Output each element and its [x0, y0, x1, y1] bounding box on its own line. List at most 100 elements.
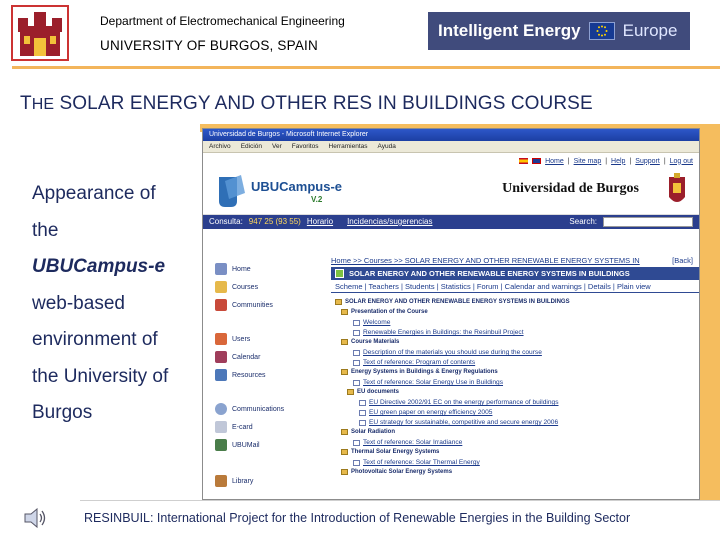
- sidebar-item-communities[interactable]: Communities: [215, 299, 273, 311]
- tree-item-label: Text of reference: Program of contents: [363, 359, 476, 366]
- menu-item[interactable]: Herramientas: [329, 141, 368, 152]
- tree-item-label: Course Materials: [351, 339, 400, 345]
- sidebar-item-resources[interactable]: Resources: [215, 369, 265, 381]
- folder-icon: [341, 339, 348, 345]
- site-sidebar: Home Courses Communities Users Calendar …: [203, 255, 329, 499]
- tree-folder[interactable]: SOLAR ENERGY AND OTHER RENEWABLE ENERGY …: [335, 299, 570, 305]
- ubucampus-version: V.2: [311, 195, 323, 204]
- university-name: UNIVERSITY OF BURGOS, SPAIN: [100, 38, 318, 53]
- sidebar-item-label: Library: [232, 477, 254, 485]
- menu-item[interactable]: Favoritos: [292, 141, 319, 152]
- menu-item[interactable]: Ver: [272, 141, 282, 152]
- search-label: Search:: [569, 217, 597, 226]
- folder-icon: [341, 309, 348, 315]
- tree-item-label: Text of reference: Solar Thermal Energy: [363, 459, 480, 466]
- sidebar-item-library[interactable]: Library: [215, 475, 253, 487]
- communications-icon: [215, 403, 227, 415]
- course-title: THE SOLAR ENERGY AND OTHER RES IN BUILDI…: [20, 93, 593, 115]
- ubucampus-logo[interactable]: UBUCampus-e V.2: [215, 171, 365, 211]
- breadcrumb: Home >> Courses >> SOLAR ENERGY AND OTHE…: [331, 255, 699, 277]
- document-icon: [353, 329, 360, 336]
- back-link[interactable]: [Back]: [672, 255, 693, 267]
- sidebar-item-communications[interactable]: Communications: [215, 403, 284, 415]
- intelligent-energy-banner: Intelligent Energy Europe: [428, 12, 690, 50]
- tree-item-label: SOLAR ENERGY AND OTHER RENEWABLE ENERGY …: [345, 299, 570, 305]
- header-divider: [12, 66, 720, 69]
- spain-flag-icon[interactable]: [519, 158, 529, 164]
- search-input[interactable]: [603, 217, 693, 227]
- tree-folder[interactable]: Energy Systems in Buildings & Energy Reg…: [341, 369, 498, 375]
- description-line: the University of: [32, 365, 169, 387]
- tree-folder[interactable]: Thermal Solar Energy Systems: [341, 449, 439, 455]
- tree-item-label: Description of the materials you should …: [363, 349, 542, 356]
- tree-folder[interactable]: Solar Radiation: [341, 429, 395, 435]
- document-icon: [353, 319, 360, 326]
- library-icon: [215, 475, 227, 487]
- menu-item[interactable]: Ayuda: [378, 141, 396, 152]
- tree-document[interactable]: Welcome: [353, 319, 390, 326]
- tree-document[interactable]: EU green paper on energy efficiency 2005: [359, 409, 492, 416]
- sidebar-item-label: E-card: [232, 423, 253, 431]
- incidencias-link[interactable]: Incidencias/sugerencias: [347, 215, 432, 229]
- footer-text: RESINBUIL: International Project for the…: [84, 511, 631, 525]
- tree-document[interactable]: EU strategy for sustainable, competitive…: [359, 419, 558, 426]
- tree-folder[interactable]: Presentation of the Course: [341, 309, 428, 315]
- site-contact-bar: Consulta: 947 25 (93 55) Horario Inciden…: [203, 215, 699, 229]
- tree-item-label: Solar Radiation: [351, 429, 396, 435]
- site-university-name: Universidad de Burgos: [502, 181, 639, 196]
- tree-document[interactable]: EU Directive 2002/91 EC on the energy pe…: [359, 399, 559, 406]
- horario-link[interactable]: Horario: [307, 215, 333, 229]
- tree-item-label: Welcome: [363, 319, 391, 326]
- tree-item-label: EU strategy for sustainable, competitive…: [369, 419, 559, 426]
- banner-text: Intelligent Energy: [438, 21, 581, 40]
- title-rest: SOLAR ENERGY AND OTHER RES IN BUILDINGS …: [54, 93, 593, 114]
- tree-folder[interactable]: Course Materials: [341, 339, 399, 345]
- top-link-support[interactable]: Support: [635, 158, 660, 165]
- tree-folder[interactable]: EU documents: [347, 389, 399, 395]
- sidebar-item-ubumail[interactable]: UBUMail: [215, 439, 260, 451]
- sidebar-item-calendar[interactable]: Calendar: [215, 351, 260, 363]
- top-link-help[interactable]: Help: [611, 158, 625, 165]
- tree-document[interactable]: Renewable Energies in Buildings: the Res…: [353, 329, 524, 336]
- browser-menubar: Archivo Edición Ver Favoritos Herramient…: [203, 141, 699, 153]
- sidebar-item-users[interactable]: Users: [215, 333, 250, 345]
- top-link-home[interactable]: Home: [545, 158, 564, 165]
- speaker-icon[interactable]: [22, 505, 48, 531]
- sidebar-item-home[interactable]: Home: [215, 263, 251, 275]
- document-icon: [353, 349, 360, 356]
- tree-item-label: Thermal Solar Energy Systems: [351, 449, 440, 455]
- tree-folder[interactable]: Photovoltaic Solar Energy Systems: [341, 469, 452, 475]
- tree-document[interactable]: Text of reference: Solar Irradiance: [353, 439, 462, 446]
- document-icon: [353, 379, 360, 386]
- sidebar-item-courses[interactable]: Courses: [215, 281, 258, 293]
- tree-document[interactable]: Text of reference: Program of contents: [353, 359, 475, 366]
- course-icon: [335, 269, 344, 278]
- description-line-emphasis: UBUCampus-e: [32, 256, 166, 277]
- uk-flag-icon[interactable]: [532, 158, 542, 164]
- title-prefix-small: HE: [31, 96, 55, 113]
- department-name: Department of Electromechanical Engineer…: [100, 14, 345, 28]
- communities-icon: [215, 299, 227, 311]
- consulta-phone: 947 25 (93 55): [248, 217, 301, 226]
- tree-item-label: Presentation of the Course: [351, 309, 428, 315]
- course-tabs[interactable]: Scheme | Teachers | Students | Statistic…: [331, 280, 699, 293]
- course-section-title: SOLAR ENERGY AND OTHER RENEWABLE ENERGY …: [349, 269, 630, 278]
- eu-flag-icon: [588, 22, 615, 40]
- tree-item-label: EU documents: [357, 389, 400, 395]
- top-link-logout[interactable]: Log out: [670, 158, 693, 165]
- tree-document[interactable]: Text of reference: Solar Energy Use in B…: [353, 379, 503, 386]
- mail-icon: [215, 439, 227, 451]
- folder-icon: [341, 469, 348, 475]
- tree-document[interactable]: Description of the materials you should …: [353, 349, 542, 356]
- sidebar-item-ecard[interactable]: E-card: [215, 421, 253, 433]
- top-link-site-map[interactable]: Site map: [574, 158, 602, 165]
- resources-icon: [215, 369, 227, 381]
- menu-item[interactable]: Archivo: [209, 141, 231, 152]
- tree-document[interactable]: Text of reference: Solar Thermal Energy: [353, 459, 480, 466]
- document-icon: [353, 359, 360, 366]
- sidebar-item-label: Courses: [232, 283, 259, 291]
- breadcrumb-trail[interactable]: Home >> Courses >> SOLAR ENERGY AND OTHE…: [331, 255, 672, 277]
- tree-item-label: Photovoltaic Solar Energy Systems: [351, 469, 453, 475]
- users-icon: [215, 333, 227, 345]
- menu-item[interactable]: Edición: [241, 141, 262, 152]
